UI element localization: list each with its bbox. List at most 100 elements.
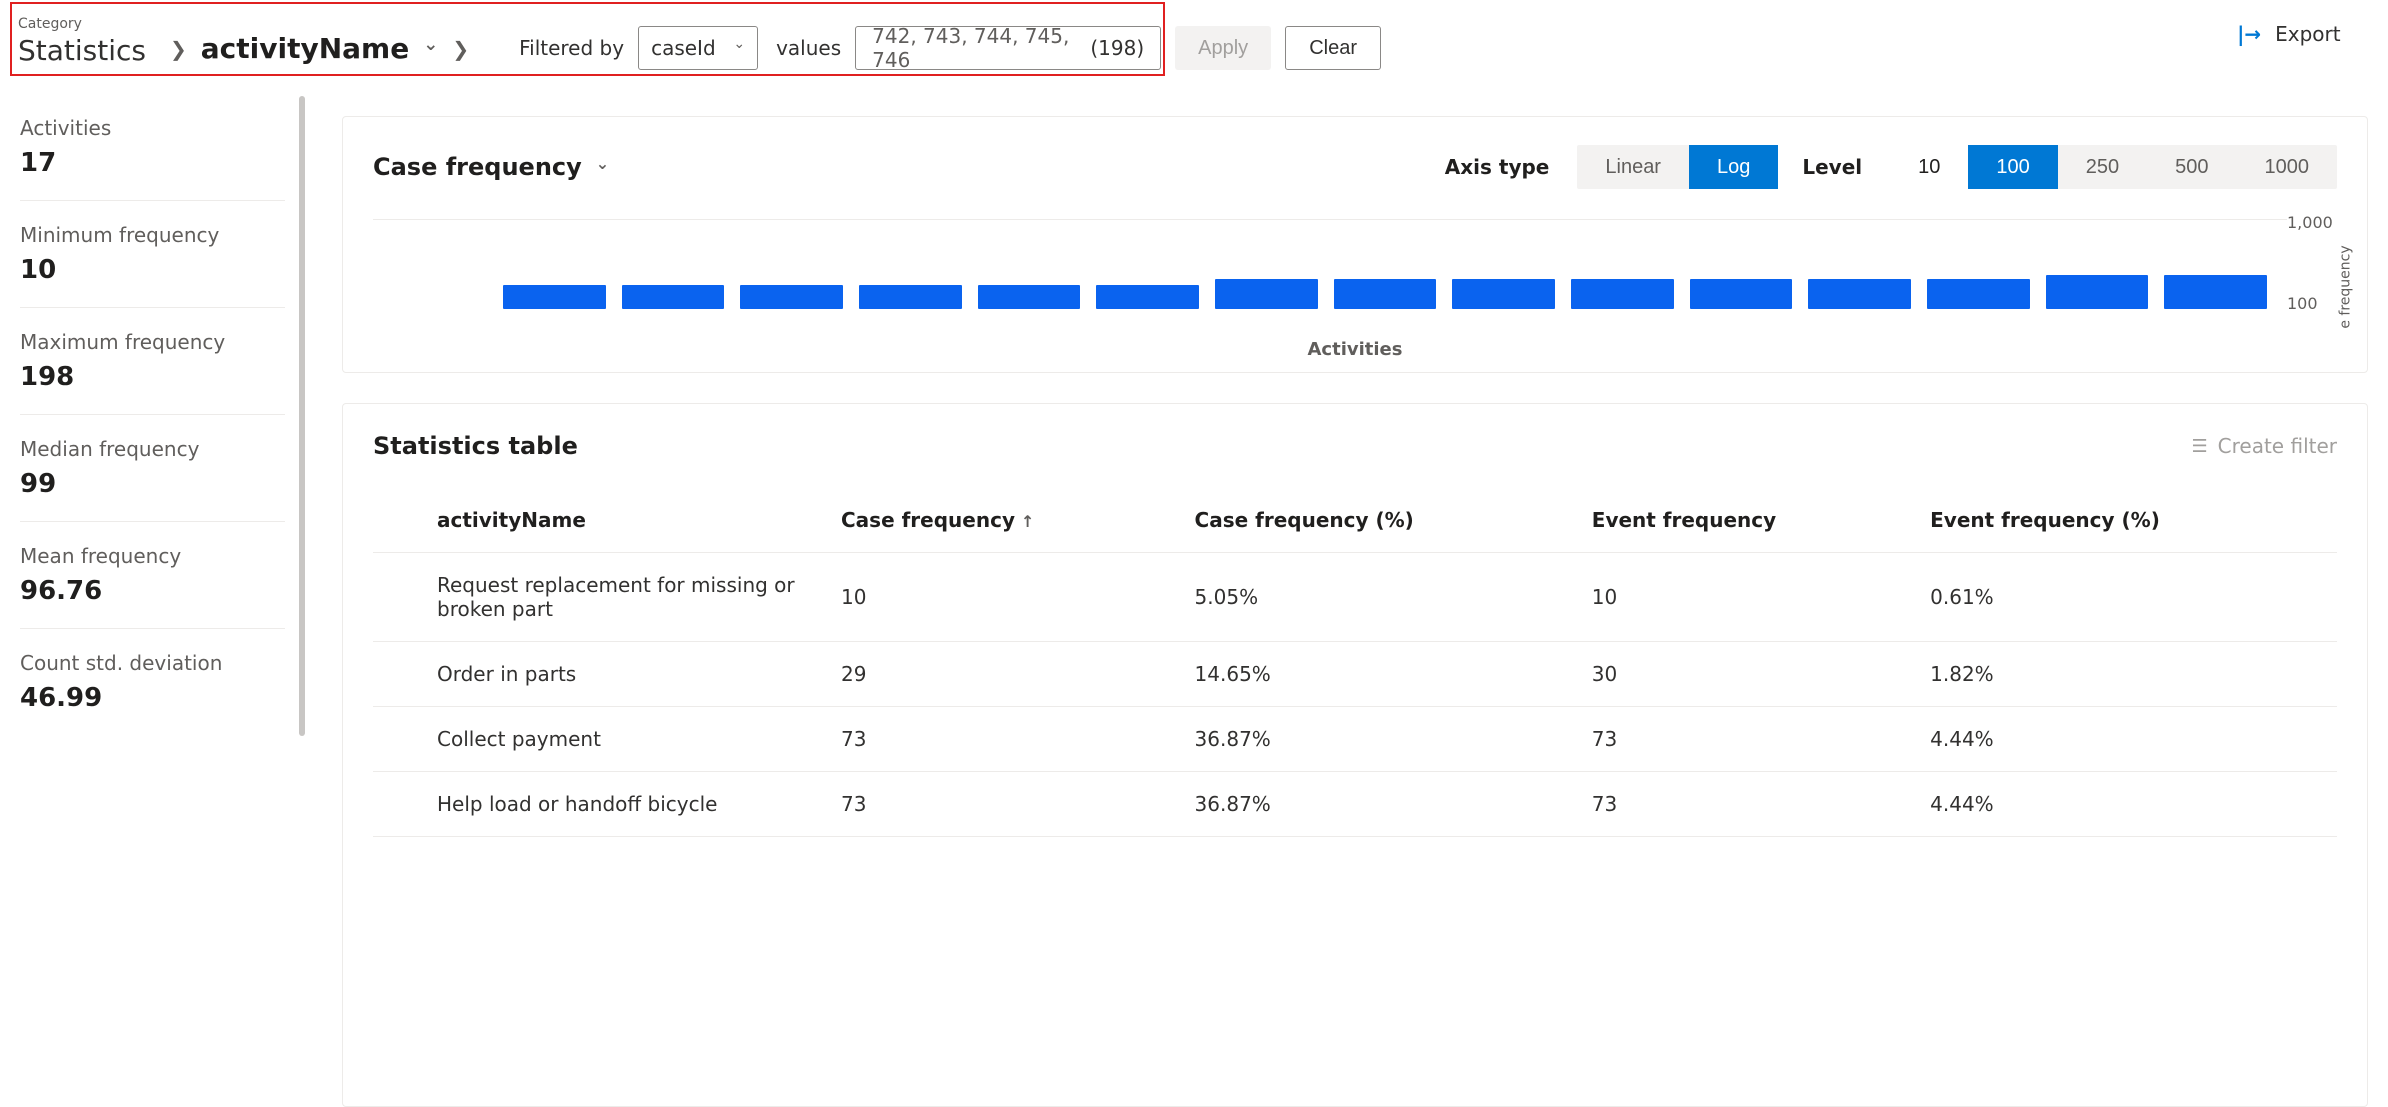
- stat-item: Median frequency99: [20, 437, 285, 522]
- level-100[interactable]: 100: [1968, 145, 2057, 189]
- values-count: (198): [1090, 36, 1144, 60]
- table-cell: 5.05%: [1187, 553, 1584, 642]
- chevron-down-icon: [596, 158, 609, 177]
- level-toggle: 101002505001000: [1890, 145, 2337, 189]
- level-250[interactable]: 250: [2058, 145, 2147, 189]
- axis-type-log[interactable]: Log: [1689, 145, 1778, 189]
- chart-bar[interactable]: [1096, 285, 1199, 309]
- export-label: Export: [2275, 22, 2340, 46]
- stat-item: Mean frequency 96.76: [20, 544, 285, 629]
- attribute-label: activityName: [201, 32, 409, 65]
- chevron-right-icon: [452, 37, 469, 61]
- table-row[interactable]: Collect payment7336.87%734.44%: [373, 707, 2337, 772]
- level-10[interactable]: 10: [1890, 145, 1968, 189]
- stat-value: 10: [20, 255, 285, 285]
- chart-bar[interactable]: [503, 285, 606, 309]
- chart-bar[interactable]: [1215, 279, 1318, 309]
- create-filter-button[interactable]: ☰ Create filter: [2192, 434, 2337, 458]
- filtered-by-label: Filtered by: [519, 36, 624, 60]
- category-value[interactable]: Statistics: [18, 34, 146, 67]
- chart-bar[interactable]: [859, 285, 962, 309]
- ytick: 1,000: [2287, 213, 2337, 232]
- table-cell: Request replacement for missing or broke…: [373, 553, 833, 642]
- scrollbar[interactable]: [299, 96, 305, 736]
- sort-asc-icon: ↑: [1021, 512, 1034, 531]
- axis-type-label: Axis type: [1445, 155, 1550, 179]
- level-1000[interactable]: 1000: [2237, 145, 2338, 189]
- main-content: Activities 17 Minimum frequency 10 Maximum f…: [0, 86, 2388, 1107]
- chevron-down-icon: [733, 40, 745, 56]
- stat-value: 198: [20, 362, 285, 392]
- table-cell: 4.44%: [1922, 772, 2337, 837]
- table-column-header[interactable]: Case frequency↑: [833, 488, 1187, 553]
- attribute-dropdown[interactable]: activityName: [201, 32, 439, 65]
- chart-bar[interactable]: [1334, 279, 1437, 309]
- chart-bar[interactable]: [2046, 275, 2149, 309]
- table-cell: 73: [1584, 772, 1922, 837]
- table-column-header[interactable]: Event frequency: [1584, 488, 1922, 553]
- clear-button[interactable]: Clear: [1285, 26, 1381, 70]
- table-row[interactable]: Order in parts2914.65%301.82%: [373, 642, 2337, 707]
- table-cell: 4.44%: [1922, 707, 2337, 772]
- stat-label: Median frequency: [20, 437, 285, 461]
- table-cell: Help load or handoff bicycle: [373, 772, 833, 837]
- axis-type-linear[interactable]: Linear: [1577, 145, 1689, 189]
- chart-yticks: 1,000 100: [2287, 213, 2337, 313]
- table-cell: 73: [833, 772, 1187, 837]
- chart-bar[interactable]: [740, 285, 843, 309]
- chart-bar[interactable]: [1808, 279, 1911, 309]
- table-row[interactable]: Request replacement for missing or broke…: [373, 553, 2337, 642]
- stat-item: Maximum frequency 198: [20, 330, 285, 415]
- table-column-header[interactable]: Event frequency (%): [1922, 488, 2337, 553]
- values-input[interactable]: 742, 743, 744, 745, 746 (198): [855, 26, 1161, 70]
- content-area: Case frequency Axis type LinearLog Level…: [306, 86, 2388, 1107]
- chart-bar[interactable]: [1452, 279, 1555, 309]
- stat-value: 96.76: [20, 576, 285, 606]
- chart-bar[interactable]: [978, 285, 1081, 309]
- stat-label: Activities: [20, 116, 285, 140]
- chart-gridline: [373, 219, 2287, 220]
- table-cell: 73: [1584, 707, 1922, 772]
- filter-field-dropdown[interactable]: caseId: [638, 26, 758, 70]
- category-label: Category: [18, 16, 146, 32]
- table-cell: 73: [833, 707, 1187, 772]
- level-500[interactable]: 500: [2147, 145, 2236, 189]
- chart-title-dropdown[interactable]: Case frequency: [373, 153, 609, 181]
- chart-bar[interactable]: [1927, 279, 2030, 309]
- stat-label: Mean frequency: [20, 544, 285, 568]
- chart-xlabel: Activities: [373, 339, 2337, 360]
- stats-table: activityNameCase frequency↑Case frequenc…: [373, 488, 2337, 837]
- stat-item: Minimum frequency 10: [20, 223, 285, 308]
- table-cell: 14.65%: [1187, 642, 1584, 707]
- apply-button[interactable]: Apply: [1175, 26, 1271, 70]
- table-row[interactable]: Help load or handoff bicycle7336.87%734.…: [373, 772, 2337, 837]
- table-cell: Order in parts: [373, 642, 833, 707]
- chevron-down-icon: [423, 38, 438, 59]
- chart-bar[interactable]: [2164, 275, 2267, 309]
- stat-label: Count std. deviation: [20, 651, 285, 675]
- table-cell: Collect payment: [373, 707, 833, 772]
- export-dropdown[interactable]: |→ Export: [2237, 22, 2368, 46]
- table-cell: 1.82%: [1922, 642, 2337, 707]
- table-cell: 36.87%: [1187, 707, 1584, 772]
- chart-bar[interactable]: [1571, 279, 1674, 309]
- chart-body: 1,000 100 e frequency: [373, 219, 2337, 339]
- stat-value: 17: [20, 148, 285, 178]
- table-cell: 30: [1584, 642, 1922, 707]
- chart-header: Case frequency Axis type LinearLog Level…: [373, 145, 2337, 189]
- ytick: 100: [2287, 294, 2337, 313]
- stat-label: Minimum frequency: [20, 223, 285, 247]
- filter-bar: Category Statistics activityName Filtere…: [0, 0, 2388, 86]
- axis-type-toggle: LinearLog: [1577, 145, 1778, 189]
- stat-label: Maximum frequency: [20, 330, 285, 354]
- table-cell: 10: [833, 553, 1187, 642]
- table-column-header[interactable]: Case frequency (%): [1187, 488, 1584, 553]
- chart-title-label: Case frequency: [373, 153, 582, 181]
- table-cell: 0.61%: [1922, 553, 2337, 642]
- chart-bar[interactable]: [622, 285, 725, 309]
- create-filter-label: Create filter: [2218, 434, 2337, 458]
- values-label: values: [776, 36, 841, 60]
- chart-bar[interactable]: [1690, 279, 1793, 309]
- table-header-row: Statistics table ☰ Create filter: [373, 432, 2337, 460]
- table-column-header[interactable]: activityName: [373, 488, 833, 553]
